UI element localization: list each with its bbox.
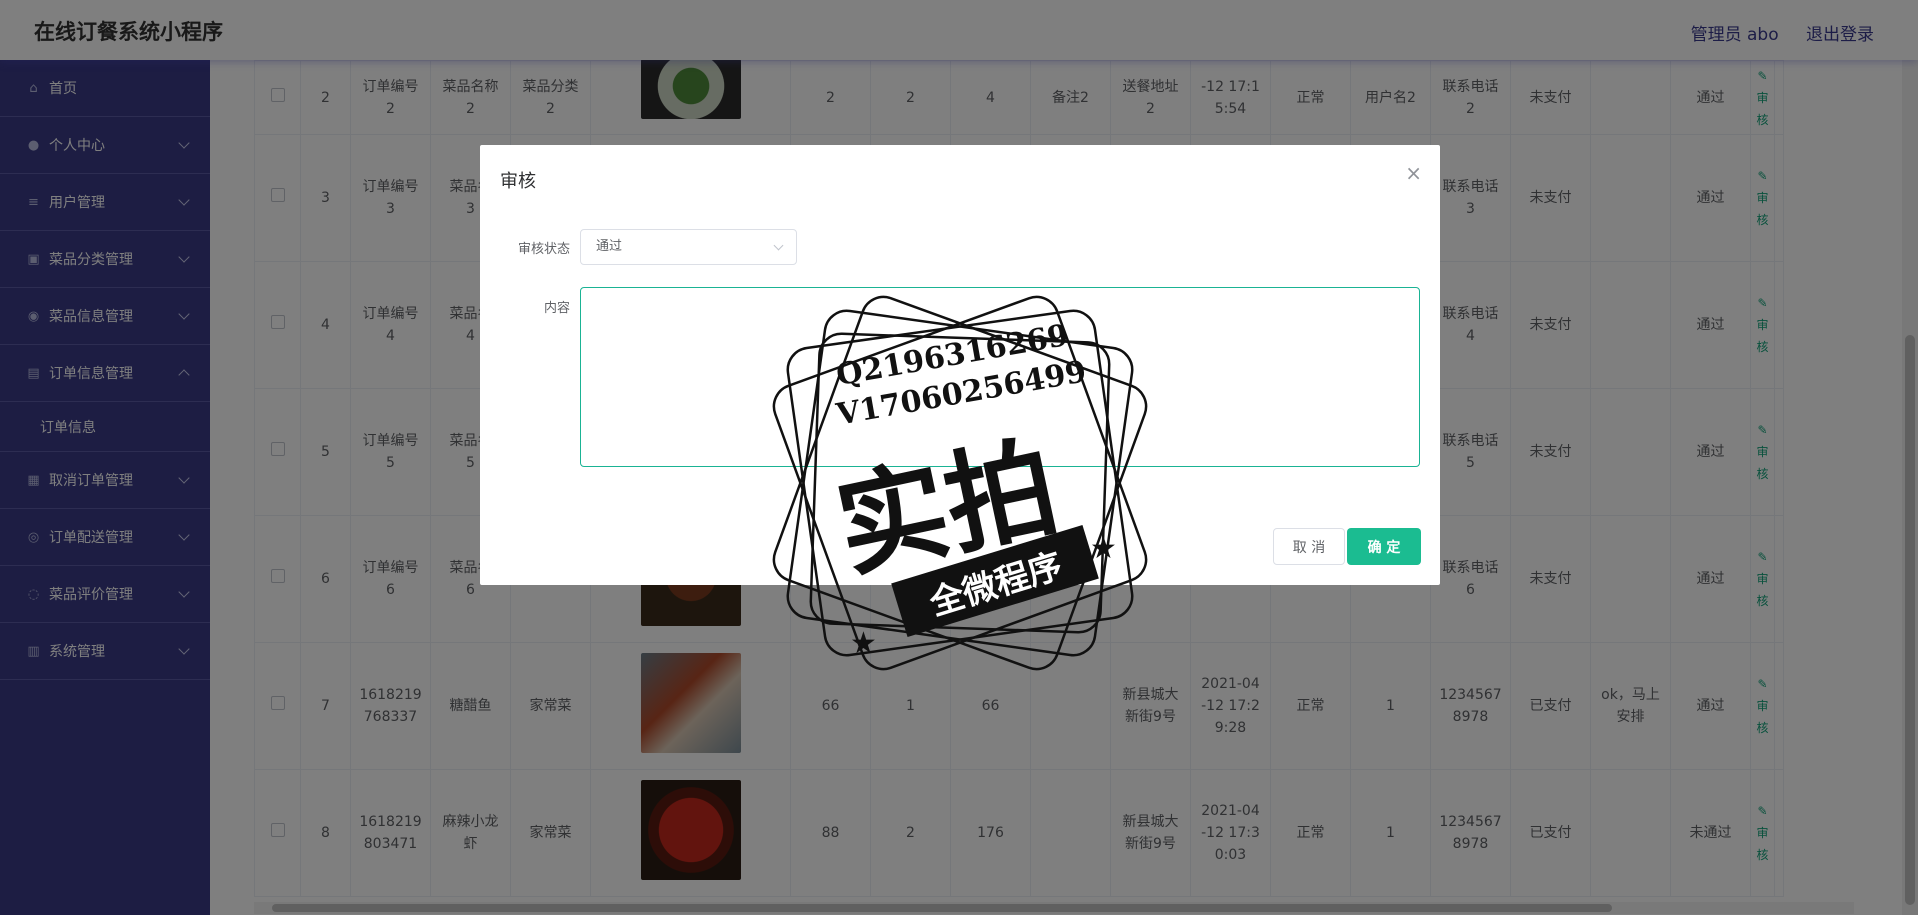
review-status-value: 通过 xyxy=(596,239,623,254)
review-status-label: 审核状态 xyxy=(517,242,570,257)
review-dialog: 审核 × 审核状态 通过 内容 取 消 确 定 xyxy=(480,145,1440,585)
confirm-button[interactable]: 确 定 xyxy=(1347,528,1421,565)
close-icon[interactable]: × xyxy=(1405,161,1422,185)
content-label: 内容 xyxy=(543,301,570,316)
content-textarea[interactable] xyxy=(580,287,1420,467)
review-status-select[interactable]: 通过 xyxy=(580,229,797,265)
chevron-down-icon xyxy=(773,240,784,251)
dialog-title: 审核 xyxy=(500,171,536,192)
cancel-button[interactable]: 取 消 xyxy=(1273,528,1345,565)
